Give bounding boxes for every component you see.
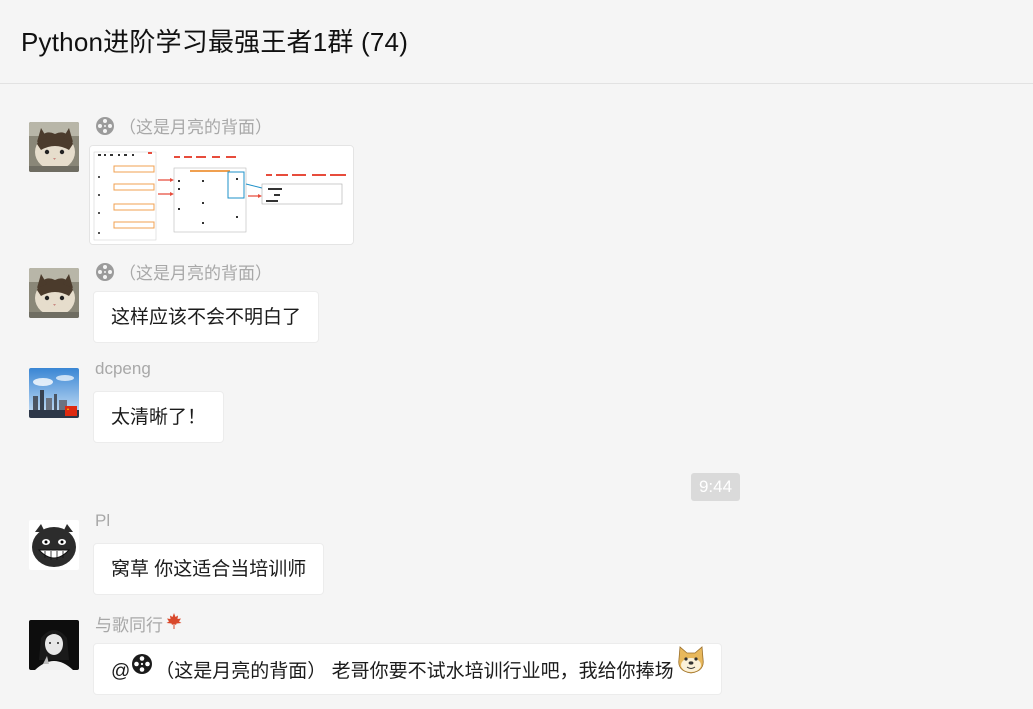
film-reel-icon xyxy=(131,644,153,696)
doge-emoji-icon xyxy=(675,644,707,696)
avatar-smiley[interactable] xyxy=(29,520,79,570)
maple-leaf-icon xyxy=(165,612,183,635)
avatar-city[interactable] xyxy=(29,368,79,418)
sender-name: Pl xyxy=(95,511,111,530)
mention-name[interactable]: （这是月亮的背面） xyxy=(155,661,326,682)
chat-header: Python进阶学习最强王者1群 (74) xyxy=(0,0,1033,84)
message-bubble[interactable]: @ （这是月亮的背面） 老哥你要不试水培训行业吧，我给你捧场 xyxy=(93,643,722,695)
sender-name-text: 与歌同行 xyxy=(95,616,163,635)
message-bubble[interactable]: 太清晰了！ xyxy=(93,391,225,443)
sender-name-text: （这是月亮的背面） xyxy=(119,264,272,283)
message-bubble[interactable]: 这样应该不会不明白了 xyxy=(93,291,320,343)
film-reel-icon xyxy=(95,261,115,282)
image-attachment[interactable] xyxy=(89,145,354,245)
group-title: Python进阶学习最强王者1群 (74) xyxy=(21,27,409,57)
message-list[interactable]: （这是月亮的背面） （这是月亮的背面） 这样应该不会不明白了 dcpeng 太清… xyxy=(0,85,1033,709)
avatar-cat[interactable] xyxy=(29,268,79,318)
avatar-cat[interactable] xyxy=(29,122,79,172)
sender-name: （这是月亮的背面） xyxy=(95,113,272,138)
sender-name: 与歌同行 xyxy=(95,611,183,636)
avatar-portrait[interactable] xyxy=(29,620,79,670)
time-divider: 9:44 xyxy=(691,473,740,501)
sender-name: （这是月亮的背面） xyxy=(95,259,272,284)
sender-name-text: （这是月亮的背面） xyxy=(119,118,272,137)
mention-at: @ xyxy=(111,661,131,683)
message-text: 老哥你要不试水培训行业吧，我给你捧场 xyxy=(326,661,674,683)
message-bubble[interactable]: 窝草 你这适合当培训师 xyxy=(93,543,325,595)
film-reel-icon xyxy=(95,115,115,136)
sender-name: dcpeng xyxy=(95,359,151,378)
